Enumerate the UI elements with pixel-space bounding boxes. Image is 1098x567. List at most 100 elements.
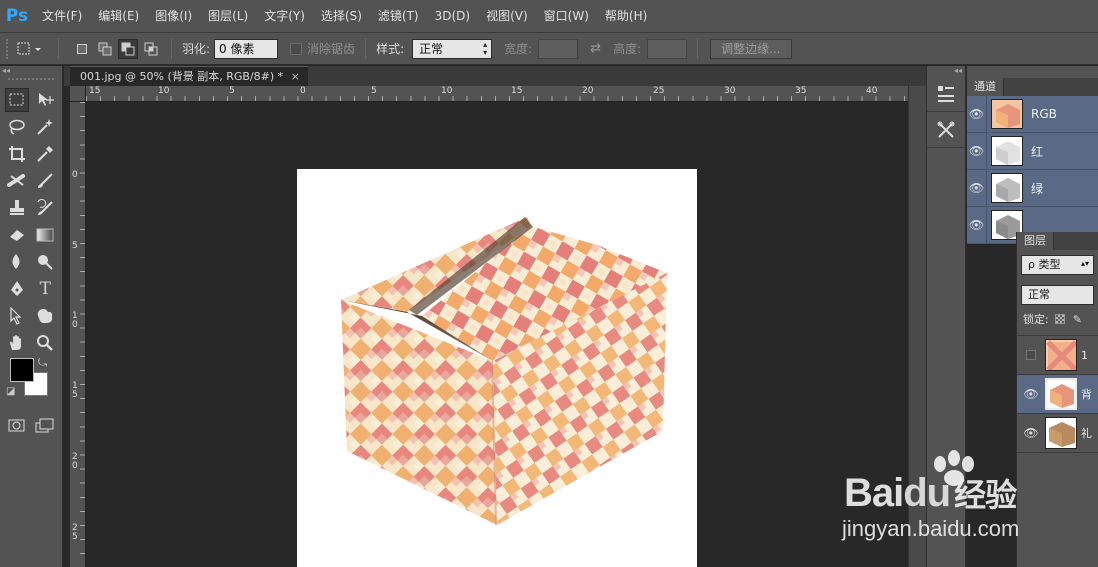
- hand-tool-icon[interactable]: [5, 331, 29, 355]
- photoshop-logo[interactable]: Ps: [0, 0, 34, 33]
- channel-row-green[interactable]: 👁 绿: [967, 169, 1098, 207]
- document-canvas[interactable]: [297, 169, 697, 567]
- collapse-toolbar-icon[interactable]: ◂◂: [0, 66, 62, 76]
- layer-row[interactable]: 1: [1017, 336, 1098, 375]
- layer-name: 1: [1081, 348, 1088, 362]
- antialias-checkbox[interactable]: [290, 42, 303, 55]
- layer-thumbnail: [1045, 378, 1077, 410]
- channel-row-rgb[interactable]: 👁 RGB: [967, 95, 1098, 133]
- menu-filter[interactable]: 滤镜(T): [370, 0, 427, 33]
- document-tab-title: 001.jpg @ 50% (背景 副本, RGB/8#) *: [80, 70, 284, 83]
- menu-3d[interactable]: 3D(D): [427, 0, 478, 33]
- default-colors-icon[interactable]: ◪: [6, 386, 15, 397]
- pen-tool-icon[interactable]: [5, 277, 29, 301]
- menu-layer[interactable]: 图层(L): [200, 0, 256, 33]
- watermark-url: jingyan.baidu.com: [842, 516, 1020, 541]
- visibility-toggle[interactable]: [1026, 350, 1036, 360]
- gradient-tool-icon[interactable]: [34, 223, 58, 247]
- type-tool-icon[interactable]: T: [34, 277, 58, 301]
- layer-row[interactable]: 👁 礼: [1017, 414, 1098, 453]
- blend-mode-select[interactable]: 正常: [1021, 285, 1094, 305]
- channel-thumbnail: [991, 173, 1023, 203]
- path-selection-tool-icon[interactable]: [5, 304, 29, 328]
- magic-wand-tool-icon[interactable]: [34, 115, 58, 139]
- document-tab[interactable]: 001.jpg @ 50% (背景 副本, RGB/8#) * ×: [70, 66, 308, 86]
- menu-window[interactable]: 窗口(W): [536, 0, 597, 33]
- ruler-tick-label: 10: [441, 86, 453, 96]
- lock-row: 锁定: ✎: [1023, 311, 1098, 327]
- lock-pixels-icon[interactable]: ✎: [1073, 313, 1082, 326]
- ruler-tick-label: 15: [89, 86, 101, 96]
- foreground-color-swatch[interactable]: [10, 358, 34, 382]
- screen-mode-icon[interactable]: [34, 414, 58, 438]
- move-tool-icon[interactable]: [34, 88, 57, 112]
- tool-presets-panel-icon[interactable]: [927, 112, 965, 148]
- lock-transparency-icon[interactable]: [1054, 314, 1065, 324]
- properties-panel-icon[interactable]: [927, 76, 965, 112]
- marquee-preset-icon: [17, 42, 41, 54]
- history-brush-tool-icon[interactable]: [34, 196, 58, 220]
- ruler-tick-label: 0: [72, 170, 78, 180]
- visibility-eye-icon[interactable]: 👁: [1017, 387, 1045, 401]
- visibility-eye-icon[interactable]: 👁: [1017, 426, 1045, 440]
- subtract-selection-button[interactable]: [118, 38, 138, 59]
- menu-bar: Ps 文件(F) 编辑(E) 图像(I) 图层(L) 文字(Y) 选择(S) 滤…: [0, 0, 1098, 33]
- marquee-tool-icon[interactable]: [5, 87, 29, 112]
- channel-row-red[interactable]: 👁 红: [967, 132, 1098, 170]
- add-selection-button[interactable]: [95, 39, 115, 59]
- custom-shape-tool-icon[interactable]: [34, 304, 58, 328]
- menu-type[interactable]: 文字(Y): [256, 0, 313, 33]
- collapse-dock-icon[interactable]: ◂◂: [927, 66, 965, 76]
- tool-preset-picker[interactable]: [12, 38, 48, 60]
- ruler-tick-label: 30: [724, 86, 736, 96]
- layer-filter-select[interactable]: ρ 类型 ▴▾: [1021, 255, 1094, 275]
- swap-colors-icon[interactable]: ⤿: [38, 356, 47, 370]
- refine-edge-button[interactable]: 调整边缘...: [710, 38, 792, 59]
- width-input[interactable]: [538, 38, 579, 59]
- height-input[interactable]: [647, 38, 688, 59]
- lasso-tool-icon[interactable]: [5, 115, 29, 139]
- visibility-eye-icon[interactable]: 👁: [967, 206, 987, 244]
- ruler-tick-label: 25: [653, 86, 665, 96]
- horizontal-ruler[interactable]: 15 10 5 0 5 10 15 20 25 30 35 40: [86, 86, 908, 102]
- zoom-tool-icon[interactable]: [34, 331, 58, 355]
- menu-file[interactable]: 文件(F): [34, 0, 90, 33]
- layer-row[interactable]: 👁 背: [1017, 375, 1098, 414]
- new-selection-button[interactable]: [72, 39, 92, 59]
- quick-mask-icon[interactable]: [5, 414, 29, 438]
- ruler-tick-label: 0: [300, 86, 306, 96]
- subtract-selection-icon: [121, 42, 135, 55]
- menu-help[interactable]: 帮助(H): [597, 0, 655, 33]
- intersect-selection-button[interactable]: [141, 39, 161, 59]
- vertical-ruler[interactable]: 0 5 1 0 1 5 2 0 2 5: [70, 102, 86, 567]
- menu-view[interactable]: 视图(V): [478, 0, 536, 33]
- ruler-origin[interactable]: [70, 86, 86, 102]
- healing-brush-tool-icon[interactable]: [5, 169, 29, 193]
- brush-tool-icon[interactable]: [34, 169, 58, 193]
- channel-label: RGB: [1031, 107, 1057, 121]
- divider: [171, 38, 172, 59]
- menu-edit[interactable]: 编辑(E): [90, 0, 147, 33]
- crop-tool-icon[interactable]: [5, 142, 29, 166]
- feather-input[interactable]: 0 像素: [214, 38, 279, 59]
- eraser-tool-icon[interactable]: [5, 223, 29, 247]
- visibility-eye-icon[interactable]: 👁: [967, 132, 987, 170]
- visibility-eye-icon[interactable]: 👁: [967, 169, 987, 207]
- ruler-tick-label: 5: [72, 241, 78, 251]
- options-bar: 羽化: 0 像素 消除锯齿 样式: 正常 ▴ ▾ 宽度: ⇄ 高度: 调整边缘..…: [0, 33, 1098, 65]
- tab-layers[interactable]: 图层: [1017, 232, 1054, 250]
- width-label: 宽度:: [504, 42, 533, 56]
- blur-tool-icon[interactable]: [5, 250, 29, 274]
- close-tab-icon[interactable]: ×: [291, 67, 300, 86]
- visibility-eye-icon[interactable]: 👁: [967, 95, 987, 133]
- layer-name: 背: [1081, 388, 1092, 401]
- style-select[interactable]: 正常 ▴ ▾: [412, 38, 493, 59]
- clone-stamp-tool-icon[interactable]: [5, 196, 29, 220]
- menu-image[interactable]: 图像(I): [147, 0, 200, 33]
- dodge-tool-icon[interactable]: [34, 250, 58, 274]
- toolbar-grip[interactable]: [8, 78, 54, 84]
- swap-dimensions-icon[interactable]: ⇄: [590, 41, 601, 56]
- menu-select[interactable]: 选择(S): [313, 0, 370, 33]
- eyedropper-tool-icon[interactable]: [34, 142, 58, 166]
- tab-channels[interactable]: 通道: [967, 78, 1004, 96]
